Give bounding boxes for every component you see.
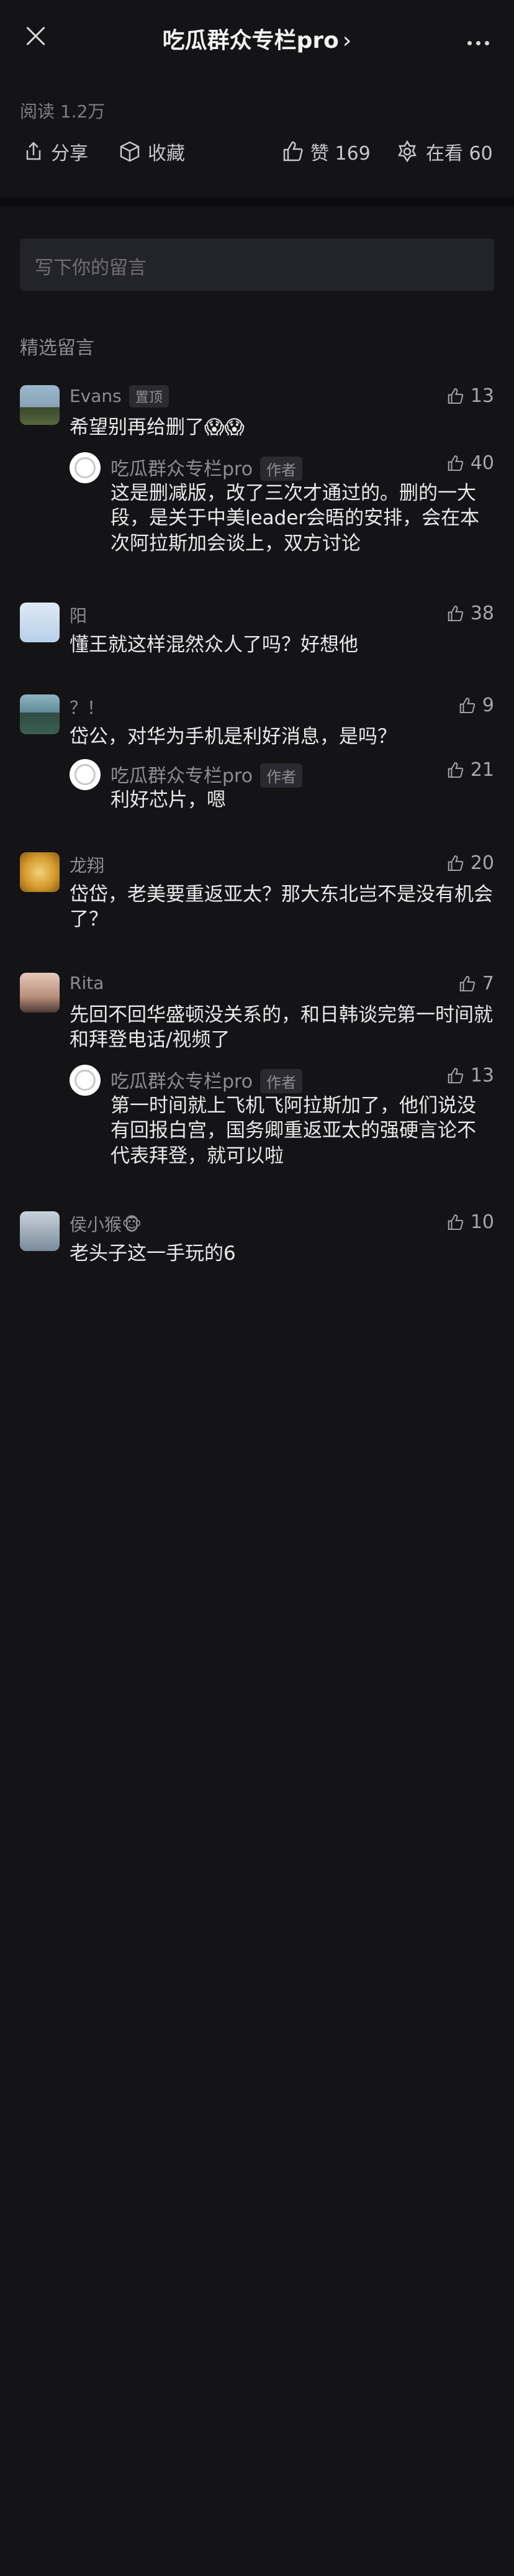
thumbs-up-icon — [448, 1067, 463, 1083]
thumbs-up-icon — [448, 1214, 463, 1230]
reply-text: 这是删减版，改了三次才通过的。删的一大段，是关于中美leader会晤的安排，会在… — [110, 482, 480, 555]
avatar[interactable] — [20, 852, 60, 892]
avatar[interactable] — [20, 973, 60, 1013]
like-count: 21 — [470, 759, 494, 781]
commenter-name[interactable]: Rita — [70, 973, 104, 993]
comment-text: 懂王就这样混然众人了吗？好想他 — [70, 634, 358, 656]
watching-label: 在看 60 — [426, 143, 493, 165]
comment-item: 龙翔 20 岱岱，老美要重返亚太？那大东北岂不是没有机会了？ — [20, 852, 494, 945]
comment-text: 老头子这一手玩的6 — [70, 1242, 236, 1265]
like-count: 13 — [470, 1065, 494, 1086]
author-badge: 作者 — [260, 1069, 303, 1093]
commenter-name[interactable]: Evans 置顶 — [70, 385, 169, 407]
avatar[interactable] — [20, 385, 60, 425]
comment-like-button[interactable]: 10 — [446, 1211, 494, 1233]
thumbs-up-icon — [459, 975, 476, 991]
commenter-name[interactable]: ？！ — [70, 694, 104, 719]
thumbs-up-icon — [448, 855, 463, 871]
commenter-name[interactable]: 龙翔 — [70, 852, 104, 877]
avatar[interactable] — [20, 1211, 60, 1251]
comment-item: Rita 7 先回不回华盛顿没关系的，和日韩谈完第一时间就和拜登电话/视频了 吃… — [20, 973, 494, 1178]
reply-text: 利好芯片，嗯 — [110, 789, 226, 811]
like-button[interactable]: 赞 169 — [281, 138, 371, 165]
reply-like-button[interactable]: 21 — [446, 759, 494, 781]
reply-text: 第一时间就上飞机飞阿拉斯加了，他们说没有回报白宫，国务卿重返亚太的强硬言论不代表… — [110, 1095, 476, 1167]
like-count: 13 — [470, 385, 494, 407]
reply-like-button[interactable]: 40 — [446, 452, 494, 474]
reply-author-name[interactable]: 吃瓜群众专栏pro 作者 — [110, 453, 303, 481]
comment-item: Evans 置顶 13 希望别再给删了😱😱 吃瓜群众专栏pro 作者 40 这是删减… — [20, 385, 494, 559]
thumbs-up-icon — [283, 141, 303, 162]
share-label: 分享 — [51, 143, 88, 165]
comment-input-placeholder: 写下你的留言 — [35, 257, 147, 279]
like-count: 7 — [482, 973, 494, 994]
like-count: 10 — [470, 1211, 494, 1233]
reply-author-name[interactable]: 吃瓜群众专栏pro 作者 — [110, 760, 303, 788]
thumbs-up-icon — [448, 455, 463, 471]
thumbs-up-icon — [448, 605, 463, 621]
flower-icon — [397, 140, 417, 163]
like-count: 38 — [470, 603, 494, 624]
action-bar: 分享 收藏 赞 169 在看 60 — [0, 138, 514, 175]
commenter-name[interactable]: 阳 — [70, 603, 87, 627]
author-reply: 吃瓜群众专栏pro 作者 21 利好芯片，嗯 — [70, 759, 494, 819]
comment-item: 阳 38 懂王就这样混然众人了吗？好想他 — [20, 603, 494, 671]
section-title: 精选留言 — [20, 337, 94, 359]
thumbs-up-icon — [448, 762, 463, 778]
reply-author-name[interactable]: 吃瓜群众专栏pro 作者 — [110, 1066, 303, 1093]
comment-like-button[interactable]: 9 — [458, 694, 494, 716]
comment-text: 先回不回华盛顿没关系的，和日韩谈完第一时间就和拜登电话/视频了 — [70, 1004, 493, 1052]
reply-like-button[interactable]: 13 — [446, 1065, 494, 1086]
watching-button[interactable]: 在看 60 — [395, 138, 493, 165]
like-label: 赞 169 — [310, 143, 371, 165]
thumbs-up-icon — [448, 388, 463, 404]
comment-text: 希望别再给删了😱😱 — [70, 416, 245, 439]
top-bar: 吃瓜群众专栏pro › — [0, 0, 514, 81]
author-avatar[interactable] — [70, 452, 101, 483]
comment-like-button[interactable]: 13 — [446, 385, 494, 407]
chevron-right-icon: › — [342, 28, 352, 53]
comment-text: 岱岱，老美要重返亚太？那大东北岂不是没有机会了？ — [70, 883, 493, 931]
avatar[interactable] — [20, 603, 60, 642]
like-count: 40 — [470, 452, 494, 474]
comment-like-button[interactable]: 7 — [458, 973, 494, 994]
collect-label: 收藏 — [148, 143, 185, 165]
author-avatar[interactable] — [70, 1065, 101, 1096]
comment-item: ？！ 9 岱公，对华为手机是利好消息，是吗？ 吃瓜群众专栏pro 作者 21 利好… — [20, 694, 494, 819]
like-count: 20 — [470, 852, 494, 874]
author-badge: 作者 — [260, 457, 303, 481]
author-badge: 作者 — [260, 763, 303, 788]
section-divider — [0, 198, 514, 206]
author-reply: 吃瓜群众专栏pro 作者 40 这是删减版，改了三次才通过的。删的一大段，是关于中… — [70, 452, 494, 558]
read-count: 阅读 1.2万 — [20, 101, 106, 122]
author-reply: 吃瓜群众专栏pro 作者 13 第一时间就上飞机飞阿拉斯加了，他们说没有回报白宫，… — [70, 1065, 494, 1176]
comment-like-button[interactable]: 38 — [446, 603, 494, 624]
pinned-badge: 置顶 — [128, 385, 169, 407]
page-title-text: 吃瓜群众专栏pro — [162, 28, 339, 53]
thumbs-up-icon — [459, 697, 476, 713]
comment-text: 岱公，对华为手机是利好消息，是吗？ — [70, 726, 397, 748]
collect-button[interactable]: 收藏 — [118, 138, 185, 165]
like-count: 9 — [482, 694, 494, 716]
page-title[interactable]: 吃瓜群众专栏pro › — [0, 22, 514, 55]
share-icon — [26, 142, 41, 160]
author-avatar[interactable] — [70, 759, 101, 790]
cube-icon — [120, 141, 140, 162]
comment-input[interactable]: 写下你的留言 — [20, 239, 494, 291]
more-options-icon[interactable] — [463, 36, 489, 48]
avatar[interactable] — [20, 694, 60, 734]
share-button[interactable]: 分享 — [22, 138, 88, 165]
comment-item: 侯小猴🐵 10 老头子这一手玩的6 — [20, 1211, 494, 1280]
comment-like-button[interactable]: 20 — [446, 852, 494, 874]
commenter-name[interactable]: 侯小猴🐵 — [70, 1211, 142, 1236]
